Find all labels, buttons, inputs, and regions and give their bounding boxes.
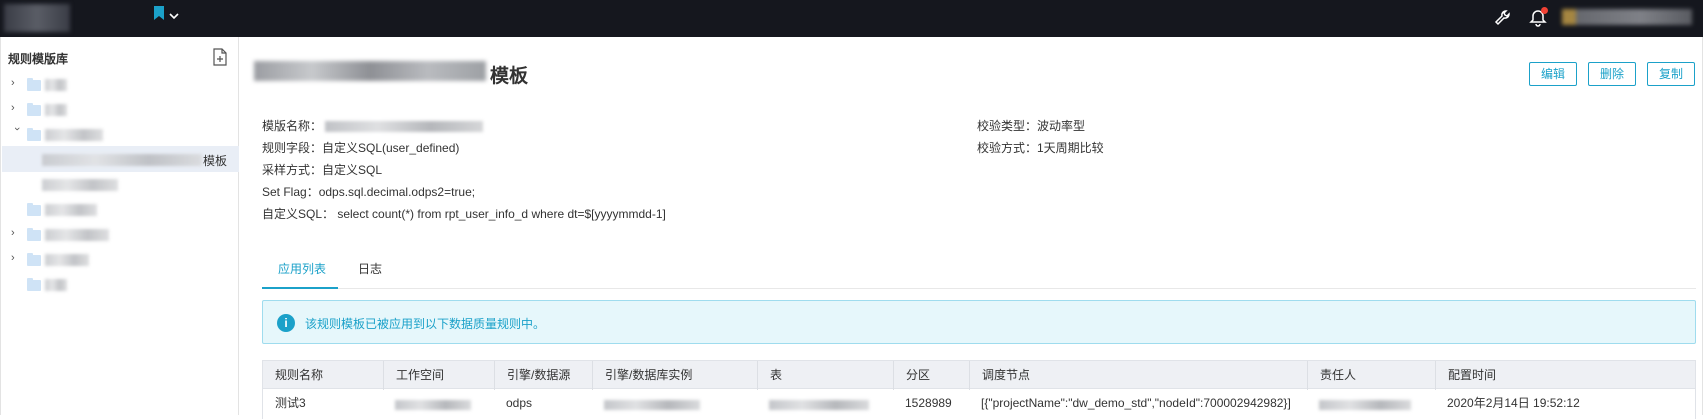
set-flag: Set Flag：odps.sql.decimal.odps2=true; [262, 185, 476, 199]
alert-message: 该规则模板已被应用到以下数据质量规则中。 [305, 317, 546, 331]
sampling-method: 采样方式：自定义SQL [262, 163, 383, 177]
chevron-right-icon[interactable]: › [11, 102, 23, 114]
active-tab-indicator [262, 287, 338, 289]
wrench-icon[interactable] [1493, 8, 1513, 28]
page-title: 模板 [490, 66, 529, 87]
column-header[interactable]: 引擎/数据库实例 [592, 361, 757, 390]
folder-icon [27, 128, 41, 141]
folder-icon [27, 103, 41, 116]
check-method: 校验方式：1天周期比较 [977, 141, 1104, 155]
column-header[interactable]: 配置时间 [1435, 361, 1697, 390]
tree-item[interactable]: › [2, 71, 239, 97]
folder-icon [27, 278, 41, 291]
workspace-cell [395, 400, 471, 410]
folder-icon [27, 78, 41, 91]
column-header[interactable]: 调度节点 [969, 361, 1307, 390]
check-type: 校验类型：波动率型 [977, 119, 1086, 133]
column-header[interactable]: 责任人 [1307, 361, 1435, 390]
tree-item[interactable]: › [2, 221, 239, 247]
tree-item[interactable] [2, 171, 239, 197]
template-name-row: 模版名称： [262, 117, 484, 134]
column-header[interactable]: 工作空间 [383, 361, 494, 390]
tree-item-selected[interactable]: 模板 [2, 146, 239, 172]
sidebar-title: 规则模版库 [8, 52, 69, 66]
top-navigation-bar [0, 0, 1703, 37]
tree-item-label: 模板 [203, 154, 228, 168]
rule-field: 规则字段：自定义SQL(user_defined) [262, 141, 460, 155]
custom-sql: 自定义SQL： select count(*) from rpt_user_in… [262, 207, 666, 221]
chevron-down-icon[interactable]: › [11, 127, 23, 139]
folder-icon [27, 203, 41, 216]
user-account-menu[interactable] [1562, 9, 1692, 25]
copy-button[interactable]: 复制 [1647, 62, 1695, 86]
info-icon: i [277, 314, 295, 332]
info-alert: i 该规则模板已被应用到以下数据质量规则中。 [262, 300, 1696, 344]
column-header[interactable]: 分区 [893, 361, 969, 390]
main-content: 模板 编辑 删除 复制 模版名称： 规则字段：自定义SQL(user_defin… [240, 37, 1703, 419]
tab-log[interactable]: 日志 [358, 260, 382, 277]
sidebar: 规则模版库 › › › 模板 › › [0, 37, 239, 415]
db-instance-cell [604, 400, 700, 410]
folder-icon [27, 228, 41, 241]
chevron-down-icon[interactable] [168, 10, 180, 22]
template-name-label: 模版名称： [262, 119, 323, 133]
chevron-right-icon[interactable]: › [11, 77, 23, 89]
edit-button[interactable]: 编辑 [1529, 62, 1577, 86]
column-header[interactable]: 引擎/数据源 [494, 361, 592, 390]
table-header: 规则名称 工作空间 引擎/数据源 引擎/数据库实例 表 分区 调度节点 责任人 … [262, 360, 1697, 390]
table-name-cell [769, 400, 869, 410]
logo[interactable] [4, 4, 70, 32]
tree-item[interactable] [2, 196, 239, 222]
delete-button[interactable]: 删除 [1588, 62, 1636, 86]
chevron-right-icon[interactable]: › [11, 252, 23, 264]
tab-application-list[interactable]: 应用列表 [278, 260, 326, 277]
chevron-right-icon[interactable]: › [11, 227, 23, 239]
column-header[interactable]: 表 [757, 361, 893, 390]
owner-cell [1319, 400, 1411, 410]
bookmark-icon[interactable] [153, 6, 165, 20]
tree-item[interactable] [2, 271, 239, 297]
notification-dot [1541, 7, 1548, 14]
tree-item-expanded[interactable]: › [2, 121, 239, 147]
column-header[interactable]: 规则名称 [263, 361, 383, 390]
tree-item[interactable]: › [2, 246, 239, 272]
folder-icon [27, 253, 41, 266]
add-file-icon[interactable] [212, 48, 228, 66]
tree-item[interactable]: › [2, 96, 239, 122]
